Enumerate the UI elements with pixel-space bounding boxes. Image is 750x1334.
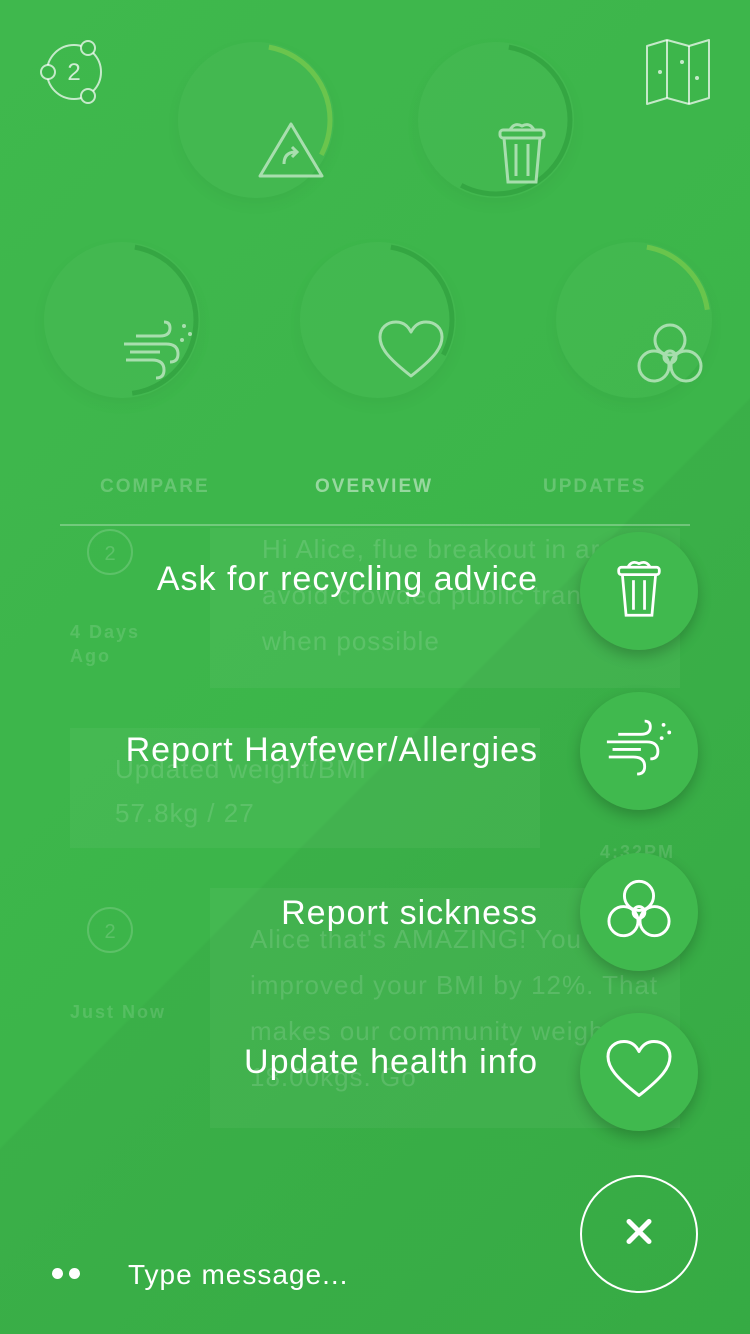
close-menu-button[interactable]: [580, 1175, 698, 1293]
feed-avatar-icon-2: 2: [87, 907, 133, 953]
menu-label-recycling[interactable]: Ask for recycling advice: [157, 560, 538, 599]
stat-ring-allergy[interactable]: [44, 242, 200, 398]
feed-avatar-icon: 2: [87, 529, 133, 575]
logo-badge: 2: [67, 59, 80, 86]
feed-timestamp-2: Just Now: [70, 1002, 167, 1022]
map-icon[interactable]: [645, 38, 713, 111]
trash-bin-icon: [615, 558, 663, 625]
feed-avatar-badge-2: 2: [104, 921, 115, 943]
more-options-icon[interactable]: [50, 1266, 82, 1280]
recycling-advice-button[interactable]: [580, 532, 698, 650]
stat-ring-sickness[interactable]: [556, 242, 712, 398]
menu-label-hayfever[interactable]: Report Hayfever/Allergies: [126, 731, 538, 770]
stat-ring-health[interactable]: [300, 242, 456, 398]
report-hayfever-button[interactable]: [580, 692, 698, 810]
feed-update-value: 57.8kg / 27: [115, 798, 255, 828]
biohazard-icon: [604, 877, 674, 948]
update-health-button[interactable]: [580, 1013, 698, 1131]
menu-label-health[interactable]: Update health info: [244, 1043, 538, 1082]
stat-ring-hazard[interactable]: [178, 42, 334, 198]
message-input[interactable]: [128, 1255, 548, 1295]
tab-bar: COMPARE OVERVIEW UPDATES: [60, 470, 690, 526]
stat-ring-waste[interactable]: [418, 42, 574, 198]
heart-icon: [606, 1040, 672, 1105]
community-logo-icon[interactable]: 2: [38, 38, 110, 115]
tab-overview[interactable]: OVERVIEW: [315, 476, 433, 498]
feed-avatar-badge: 2: [104, 543, 115, 565]
close-icon: [626, 1219, 652, 1250]
tab-compare[interactable]: COMPARE: [100, 476, 210, 498]
report-sickness-button[interactable]: [580, 853, 698, 971]
menu-label-sickness[interactable]: Report sickness: [281, 894, 538, 933]
tab-updates[interactable]: UPDATES: [543, 476, 646, 498]
feed-timestamp: 4 Days Ago: [70, 622, 141, 666]
wind-allergy-icon: [605, 719, 673, 784]
